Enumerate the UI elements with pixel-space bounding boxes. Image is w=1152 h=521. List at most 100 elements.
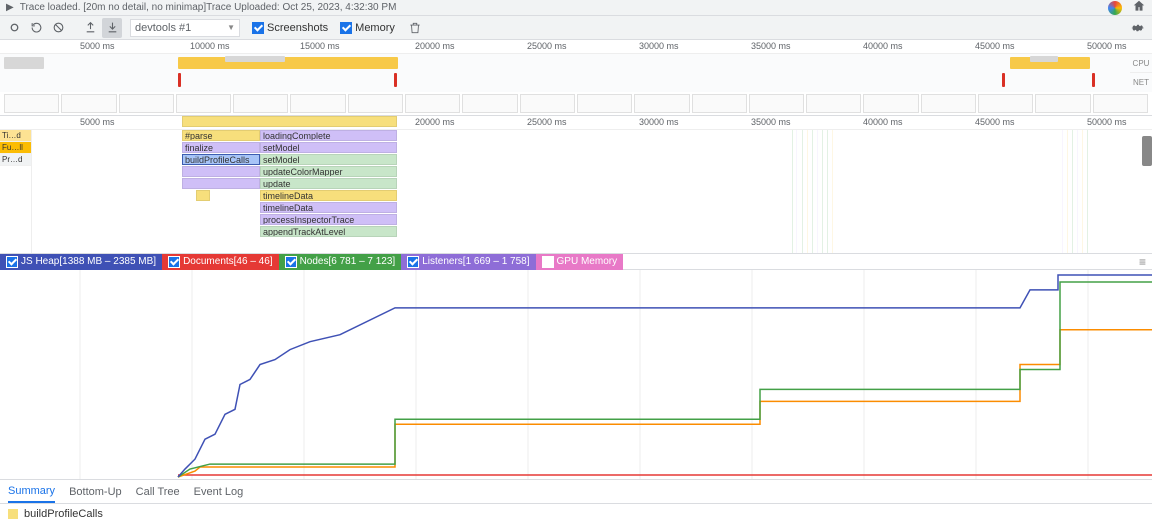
tab-calltree[interactable]: Call Tree: [136, 482, 180, 502]
filmstrip-frame[interactable]: [1093, 94, 1148, 113]
call-update[interactable]: update: [260, 178, 397, 189]
cpu-label: CPU: [1130, 54, 1152, 73]
call-updatecolormapper[interactable]: updateColorMapper: [260, 166, 397, 177]
filmstrip-frame[interactable]: [462, 94, 517, 113]
reload-button[interactable]: [26, 18, 46, 38]
summary-panel: buildProfileCalls: [0, 504, 1152, 521]
details-tabs: Summary Bottom-Up Call Tree Event Log: [0, 480, 1152, 504]
call-timelinedata2[interactable]: timelineData: [260, 202, 397, 213]
clear-button[interactable]: [48, 18, 68, 38]
counter-label: GPU Memory: [557, 256, 618, 267]
toolbar: devtools #1 ▼ Screenshots Memory: [0, 16, 1152, 40]
status-bar: ▶ Trace loaded. [20m no detail, no minim…: [0, 0, 1152, 16]
checkbox-icon: [168, 256, 180, 268]
tab-eventlog[interactable]: Event Log: [194, 482, 244, 502]
checkbox-icon: [407, 256, 419, 268]
scrollbar-thumb[interactable]: [1142, 136, 1152, 166]
upload-button[interactable]: [80, 18, 100, 38]
counter-gpu[interactable]: GPU Memory: [536, 254, 624, 270]
call-parse[interactable]: #parse: [182, 130, 260, 141]
track-header[interactable]: Ti…d: [0, 130, 31, 142]
filmstrip-frame[interactable]: [749, 94, 804, 113]
ruler-tick: 10000 ms: [190, 41, 230, 51]
tab-summary[interactable]: Summary: [8, 481, 55, 503]
target-selector[interactable]: devtools #1 ▼: [130, 19, 240, 37]
call-buildprofilecalls[interactable]: buildProfileCalls: [182, 154, 260, 165]
ruler-tick: 50000 ms: [1087, 41, 1127, 51]
summary-color-swatch: [8, 509, 18, 519]
memory-checkbox[interactable]: Memory: [340, 22, 395, 34]
filmstrip-frame[interactable]: [290, 94, 345, 113]
filmstrip-frame[interactable]: [61, 94, 116, 113]
ruler-tick: 15000 ms: [300, 41, 340, 51]
filmstrip-frame[interactable]: [921, 94, 976, 113]
counter-jsheap[interactable]: JS Heap[1388 MB – 2385 MB]: [0, 254, 162, 270]
call-appendtrackatlevel[interactable]: appendTrackAtLevel: [260, 226, 397, 237]
flame-chart[interactable]: 5000 ms 10000 ms 15000 ms 20000 ms 25000…: [0, 116, 1152, 254]
trace-status: Trace loaded. [20m no detail, no minimap…: [20, 2, 1108, 13]
record-button[interactable]: [4, 18, 24, 38]
ruler-tick: 25000 ms: [527, 41, 567, 51]
counter-label: JS Heap[1388 MB – 2385 MB]: [21, 256, 156, 267]
call-processinspectortrace[interactable]: processInspectorTrace: [260, 214, 397, 225]
checkbox-icon: [542, 256, 554, 268]
garbage-collect-button[interactable]: [405, 18, 425, 38]
ruler-tick: 20000 ms: [415, 41, 455, 51]
filmstrip-frame[interactable]: [978, 94, 1033, 113]
filmstrip-frame[interactable]: [692, 94, 747, 113]
screenshots-filmstrip[interactable]: [0, 92, 1152, 116]
overview-ruler: 5000 ms 10000 ms 15000 ms 20000 ms 25000…: [0, 40, 1152, 54]
summary-selected-name: buildProfileCalls: [24, 508, 103, 520]
chevron-down-icon: ▼: [227, 23, 235, 32]
screenshots-label: Screenshots: [267, 22, 328, 34]
filmstrip-frame[interactable]: [176, 94, 231, 113]
filmstrip-frame[interactable]: [520, 94, 575, 113]
checkbox-icon: [340, 22, 352, 34]
timeline-overview[interactable]: 5000 ms 10000 ms 15000 ms 20000 ms 25000…: [0, 40, 1152, 92]
filmstrip-frame[interactable]: [577, 94, 632, 113]
screenshots-checkbox[interactable]: Screenshots: [252, 22, 328, 34]
memory-counters-bar: JS Heap[1388 MB – 2385 MB] Documents[46 …: [0, 254, 1152, 270]
call-setmodel[interactable]: setModel: [260, 142, 397, 153]
ruler-tick: 45000 ms: [975, 41, 1015, 51]
filmstrip-frame[interactable]: [233, 94, 288, 113]
call-finalize[interactable]: finalize: [182, 142, 260, 153]
ruler-tick: 35000 ms: [751, 41, 791, 51]
filmstrip-frame[interactable]: [806, 94, 861, 113]
home-icon[interactable]: [1132, 0, 1146, 16]
checkbox-icon: [6, 256, 18, 268]
filmstrip-frame[interactable]: [405, 94, 460, 113]
ruler-tick: 5000 ms: [80, 41, 115, 51]
cpu-net-labels: CPU NET: [1130, 54, 1152, 92]
track-headers: Ti…d Fu…ll Pr…d: [0, 130, 32, 253]
net-label: NET: [1130, 73, 1152, 92]
checkbox-icon: [285, 256, 297, 268]
call-loadingcomplete[interactable]: loadingComplete: [260, 130, 397, 141]
filmstrip-frame[interactable]: [119, 94, 174, 113]
filmstrip-frame[interactable]: [863, 94, 918, 113]
counter-nodes[interactable]: Nodes[6 781 – 7 123]: [279, 254, 402, 270]
download-button[interactable]: [102, 18, 122, 38]
call-timelinedata[interactable]: timelineData: [260, 190, 397, 201]
counter-label: Listeners[1 669 – 1 758]: [422, 256, 529, 267]
counter-label: Documents[46 – 46]: [183, 256, 273, 267]
tab-bottomup[interactable]: Bottom-Up: [69, 482, 122, 502]
filmstrip-frame[interactable]: [4, 94, 59, 113]
track-header[interactable]: Fu…ll: [0, 142, 31, 154]
counter-label: Nodes[6 781 – 7 123]: [300, 256, 396, 267]
target-selector-label: devtools #1: [135, 22, 191, 34]
counter-documents[interactable]: Documents[46 – 46]: [162, 254, 279, 270]
memory-chart[interactable]: [0, 270, 1152, 480]
ruler-tick: 40000 ms: [863, 41, 903, 51]
hamburger-icon[interactable]: ≡: [1139, 255, 1146, 269]
ruler-tick: 30000 ms: [639, 41, 679, 51]
play-icon[interactable]: ▶: [6, 2, 14, 13]
settings-button[interactable]: [1128, 18, 1148, 38]
filmstrip-frame[interactable]: [348, 94, 403, 113]
counter-listeners[interactable]: Listeners[1 669 – 1 758]: [401, 254, 535, 270]
track-header[interactable]: Pr…d: [0, 154, 31, 166]
call-setmodel2[interactable]: setModel: [260, 154, 397, 165]
filmstrip-frame[interactable]: [634, 94, 689, 113]
filmstrip-frame[interactable]: [1035, 94, 1090, 113]
globe-icon[interactable]: [1108, 1, 1122, 15]
